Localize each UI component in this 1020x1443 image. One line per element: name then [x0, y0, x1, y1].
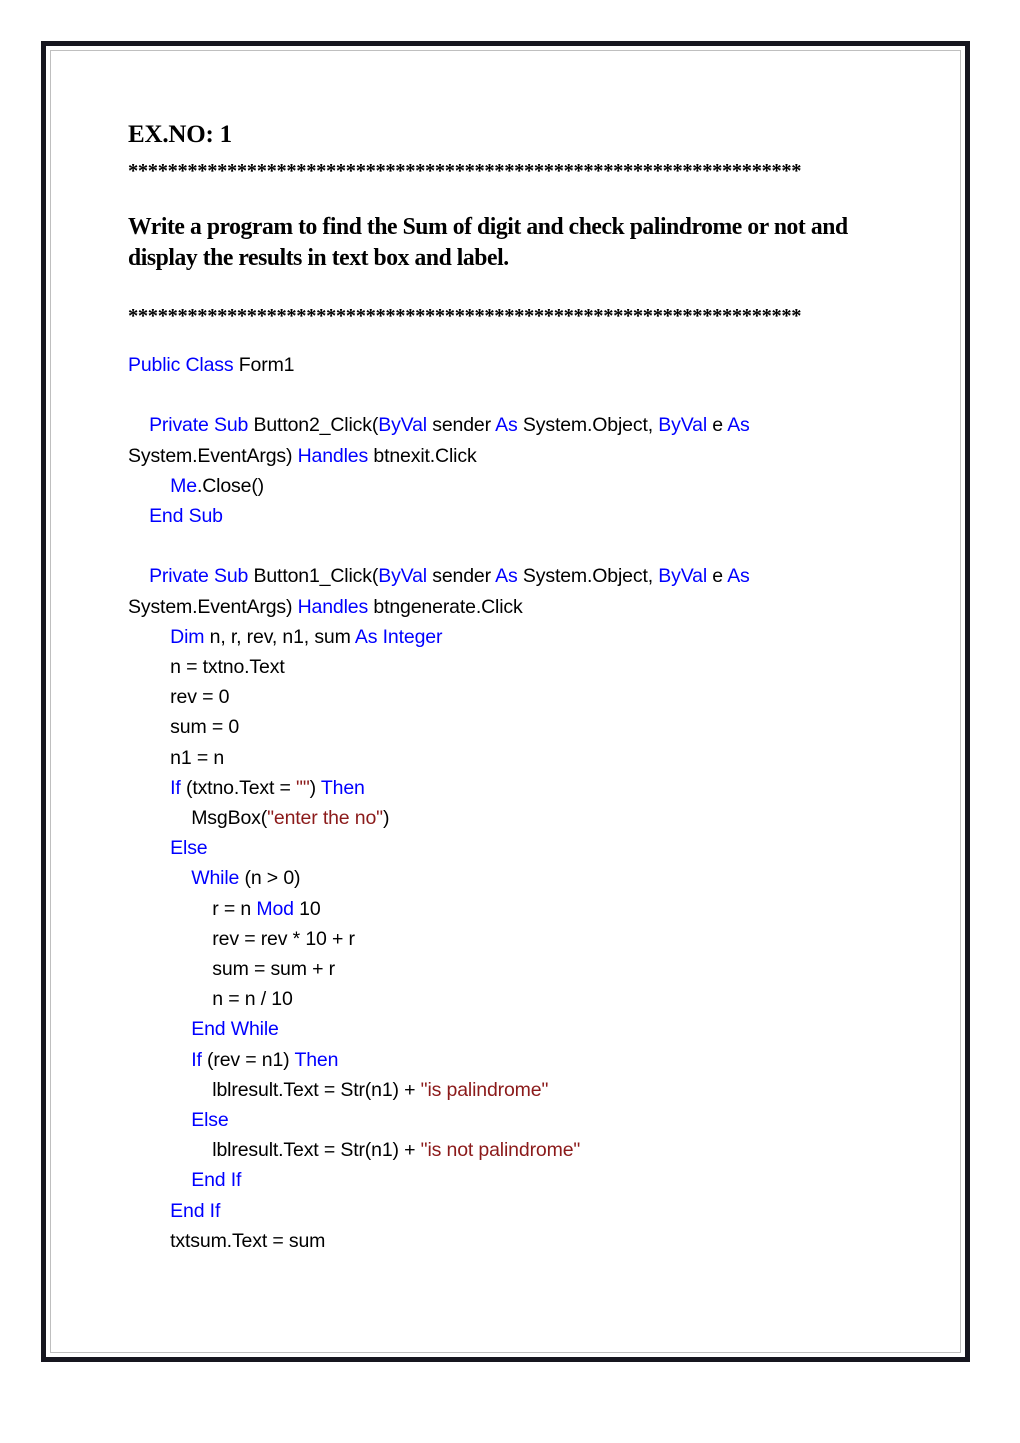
- code-line: Public Class Form1: [128, 350, 890, 380]
- code-line: While (n > 0): [128, 863, 890, 893]
- code-token-keyword: ByVal: [378, 414, 427, 437]
- code-token-plain: btnexit.Click: [368, 444, 477, 467]
- code-token-keyword: End Sub: [149, 505, 223, 528]
- code-token-plain: txtsum.Text = sum: [170, 1229, 326, 1252]
- code-token-plain: MsgBox(: [191, 807, 268, 830]
- code-line: sum = sum + r: [128, 954, 890, 984]
- code-token-string: "is not palindrome": [420, 1139, 581, 1162]
- code-line: MsgBox("enter the no"): [128, 803, 890, 833]
- code-line: n1 = n: [128, 743, 890, 773]
- code-token-keyword: As Integer: [354, 625, 443, 648]
- exercise-number-heading: EX.NO: 1: [128, 121, 232, 148]
- code-line: txtsum.Text = sum: [128, 1226, 890, 1256]
- code-token-plain: btngenerate.Click: [368, 595, 523, 618]
- code-token-plain: n1 = n: [170, 746, 225, 769]
- code-token-keyword: As: [495, 565, 518, 588]
- code-token-keyword: Then: [294, 1048, 339, 1071]
- code-token-plain: 10: [293, 897, 321, 920]
- code-line: lblresult.Text = Str(n1) + "is palindrom…: [128, 1075, 890, 1105]
- code-token-keyword: Handles: [297, 595, 369, 618]
- code-token-plain: sum = 0: [170, 716, 240, 739]
- separator-asterisks-top: ****************************************…: [128, 160, 802, 182]
- code-token-plain: n, r, rev, n1, sum: [204, 625, 355, 648]
- code-token-plain: Button2_Click(: [248, 414, 379, 437]
- code-token-keyword: ByVal: [658, 414, 708, 437]
- code-token-keyword: Private Sub: [149, 414, 249, 437]
- code-token-keyword: Else: [170, 837, 208, 860]
- code-token-plain: sender: [426, 565, 496, 588]
- code-line: Private Sub Button1_Click(ByVal sender A…: [128, 561, 890, 621]
- code-line: Dim n, r, rev, n1, sum As Integer: [128, 622, 890, 652]
- page-title: Write a program to find the Sum of digit…: [128, 213, 848, 271]
- document-content: EX.NO: 1 *******************************…: [128, 120, 890, 1256]
- code-token-keyword: Public Class: [128, 354, 234, 376]
- code-token-plain: (n > 0): [239, 867, 301, 890]
- code-token-keyword: As: [495, 414, 518, 437]
- code-line: lblresult.Text = Str(n1) + "is not palin…: [128, 1135, 890, 1165]
- code-line: rev = rev * 10 + r: [128, 924, 890, 954]
- code-token-keyword: ByVal: [658, 565, 708, 588]
- code-line: If (txtno.Text = "") Then: [128, 773, 890, 803]
- code-token-keyword: End If: [191, 1169, 242, 1192]
- code-line: Private Sub Button2_Click(ByVal sender A…: [128, 410, 890, 470]
- code-line: sum = 0: [128, 712, 890, 742]
- code-token-keyword: End While: [191, 1018, 279, 1041]
- code-line: r = n Mod 10: [128, 894, 890, 924]
- code-line: Else: [128, 833, 890, 863]
- code-line: n = txtno.Text: [128, 652, 890, 682]
- code-token-keyword: Dim: [170, 625, 205, 648]
- code-line: Else: [128, 1105, 890, 1135]
- code-token-plain: sender: [426, 414, 496, 437]
- code-token-keyword: Else: [191, 1109, 229, 1132]
- code-token-plain: e: [707, 414, 728, 437]
- code-token-plain: rev = rev * 10 + r: [212, 927, 355, 950]
- code-token-keyword: Handles: [297, 444, 369, 467]
- code-token-plain: System.Object,: [517, 414, 659, 437]
- code-token-plain: Button1_Click(: [248, 565, 379, 588]
- code-token-keyword: End If: [170, 1199, 221, 1222]
- source-code-block: Public Class Form1 Private Sub Button2_C…: [128, 350, 890, 1256]
- code-token-plain: (txtno.Text =: [180, 776, 297, 799]
- code-token-keyword: If: [170, 776, 181, 799]
- code-token-keyword: As: [727, 565, 750, 588]
- code-token-string: "is palindrome": [420, 1078, 549, 1101]
- code-line: n = n / 10: [128, 984, 890, 1014]
- code-line: End If: [128, 1165, 890, 1195]
- code-token-keyword: While: [191, 867, 240, 890]
- code-line: rev = 0: [128, 682, 890, 712]
- code-token-keyword: As: [727, 414, 750, 437]
- code-token-plain: (rev = n1): [201, 1048, 295, 1071]
- code-token-plain: n = txtno.Text: [170, 656, 285, 679]
- code-token-keyword: Me: [170, 474, 197, 497]
- code-line: Me.Close(): [128, 471, 890, 501]
- code-token-plain: lblresult.Text = Str(n1) +: [212, 1078, 421, 1101]
- code-token-plain: lblresult.Text = Str(n1) +: [212, 1139, 421, 1162]
- code-token-keyword: Then: [320, 776, 365, 799]
- code-line: End While: [128, 1014, 890, 1044]
- code-token-plain: sum = sum + r: [212, 958, 335, 981]
- code-token-plain: System.Object,: [517, 565, 659, 588]
- code-line: If (rev = n1) Then: [128, 1045, 890, 1075]
- code-token-keyword: Mod: [256, 897, 294, 920]
- code-token-plain: ): [309, 776, 321, 799]
- code-token-plain: rev = 0: [170, 686, 230, 709]
- separator-asterisks-bottom: ****************************************…: [128, 305, 802, 327]
- code-token-keyword: If: [191, 1048, 202, 1071]
- code-token-plain: .Close(): [196, 474, 265, 497]
- code-line: End Sub: [128, 501, 890, 531]
- code-token-plain: Form1: [233, 354, 295, 376]
- code-token-keyword: ByVal: [378, 565, 427, 588]
- code-token-plain: r = n: [212, 897, 257, 920]
- code-token-plain: e: [707, 565, 728, 588]
- code-line: End If: [128, 1196, 890, 1226]
- code-token-keyword: Private Sub: [149, 565, 249, 588]
- code-token-string: "": [296, 776, 310, 799]
- code-token-string: "enter the no": [267, 807, 383, 830]
- code-token-plain: n = n / 10: [212, 988, 293, 1011]
- code-token-plain: ): [382, 807, 390, 830]
